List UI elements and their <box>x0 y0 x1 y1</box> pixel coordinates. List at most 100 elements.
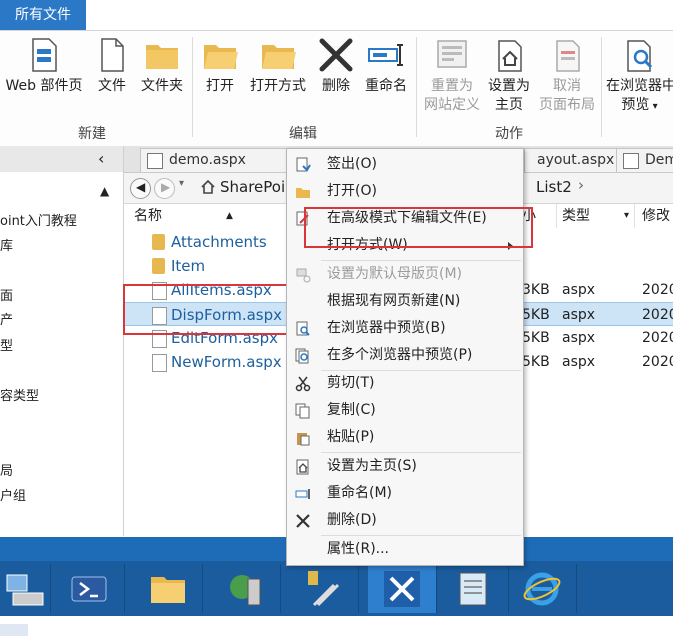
menu-item-open[interactable]: 打开(O) <box>287 178 523 205</box>
multi-preview-icon <box>295 348 309 364</box>
taskbar-file-explorer[interactable] <box>134 564 203 613</box>
file-label: 文件 <box>98 78 126 94</box>
column-header-type[interactable]: 类型 ▾ <box>562 204 635 228</box>
filter-dropdown-icon: ▾ <box>624 210 630 221</box>
ribbon: Web 部件页 文件 文件夹 新建 打开 打开方式 删除 重命名 编辑 重置为 … <box>0 30 673 147</box>
desktop-preview <box>0 624 28 636</box>
file-icon <box>101 38 124 72</box>
nav-item[interactable]: 型 <box>0 335 13 354</box>
collapse-up-icon[interactable]: ▲ <box>100 184 109 198</box>
detach-page-layout-button[interactable]: 取消 页面布局 <box>536 37 598 115</box>
nav-item[interactable]: 容类型 <box>0 385 39 404</box>
taskbar-sharepoint-designer[interactable] <box>368 564 437 613</box>
powershell-icon <box>71 576 107 602</box>
menu-item-set-default-master[interactable]: 设置为默认母版页(M) <box>287 261 523 288</box>
preview-icon <box>296 321 310 336</box>
group-separator <box>601 37 602 137</box>
nav-item[interactable]: 局 <box>0 460 13 479</box>
iis-manager-icon <box>230 575 261 606</box>
nav-item[interactable]: oint入门教程 <box>0 210 77 229</box>
column-header-modified[interactable]: 修改 <box>642 204 673 228</box>
scissors-icon <box>295 376 311 392</box>
history-dropdown-icon[interactable]: ▾ <box>179 178 184 189</box>
set-home-label-2: 主页 <box>495 97 523 113</box>
new-folder-button[interactable]: 文件夹 <box>137 37 187 96</box>
forward-button[interactable]: ▶ <box>154 178 175 199</box>
preview-icon <box>626 40 652 72</box>
open-with-button[interactable]: 打开方式 <box>244 37 312 96</box>
folder-icon <box>152 258 165 274</box>
rename-icon <box>295 489 310 499</box>
master-page-icon <box>296 268 311 283</box>
menu-item-copy[interactable]: 复制(C) <box>287 397 523 424</box>
sort-up-icon: ▲ <box>226 211 233 221</box>
home-icon <box>296 459 309 475</box>
doc-tab-demo[interactable]: demo.aspx <box>140 148 288 172</box>
taskbar-config-tools[interactable] <box>290 564 359 613</box>
preview-in-browser-button[interactable]: 在浏览器中 预览 ▾ <box>606 37 673 116</box>
menu-item-new-from-existing[interactable]: 根据现有网页新建(N) <box>287 288 523 315</box>
group-new-label: 新建 <box>78 126 106 142</box>
menu-item-rename[interactable]: 重命名(M) <box>287 480 523 507</box>
menu-item-paste[interactable]: 粘贴(P) <box>287 424 523 451</box>
left-navigation-pane: ‹ ▲ oint入门教程 库 面 产 型 容类型 局 户组 <box>0 146 124 536</box>
rename-icon <box>368 44 403 66</box>
preview-label-2: 预览 <box>621 97 650 113</box>
delete-label: 删除 <box>322 78 350 94</box>
paste-icon <box>297 433 310 446</box>
menu-item-set-home[interactable]: 设置为主页(S) <box>287 453 523 480</box>
open-label: 打开 <box>206 78 234 94</box>
folder-icon <box>152 234 165 250</box>
open-folder-icon <box>296 188 310 198</box>
menu-item-cut[interactable]: 剪切(T) <box>287 370 523 397</box>
taskbar-server-manager[interactable] <box>0 564 51 613</box>
folder-label: 文件夹 <box>141 78 183 94</box>
rename-button[interactable]: 重命名 <box>360 37 412 96</box>
breadcrumb-chevron-icon[interactable]: › <box>578 176 584 194</box>
nav-item[interactable]: 产 <box>0 309 13 328</box>
menu-item-check-out[interactable]: 签出(O) <box>287 151 523 178</box>
back-button[interactable]: ◀ <box>130 178 151 199</box>
menu-item-preview-browser[interactable]: 在浏览器中预览(B) <box>287 315 523 342</box>
tab-all-files[interactable]: 所有文件 <box>0 0 86 30</box>
delete-button[interactable]: 删除 <box>316 37 356 96</box>
group-separator <box>192 37 193 137</box>
taskbar-internet-explorer[interactable] <box>508 564 577 613</box>
chevron-down-icon: ▾ <box>649 101 658 112</box>
doc-tab-dem[interactable]: Dem <box>616 148 673 172</box>
preview-label-1: 在浏览器中 <box>606 78 673 94</box>
checkout-icon <box>296 157 311 172</box>
set-as-home-page-button[interactable]: 设置为 主页 <box>484 37 534 115</box>
navigation-header: ‹ <box>0 146 123 172</box>
sharepoint-designer-icon <box>384 571 420 607</box>
nav-item[interactable]: 库 <box>0 235 13 254</box>
open-button[interactable]: 打开 <box>200 37 240 96</box>
nav-item[interactable]: 户组 <box>0 485 26 504</box>
reset-to-site-definition-button[interactable]: 重置为 网站定义 <box>420 37 484 115</box>
nav-item[interactable]: 面 <box>0 285 13 304</box>
open-with-label: 打开方式 <box>250 78 306 94</box>
menu-item-properties[interactable]: 属性(R)... <box>287 536 523 563</box>
forward-arrow-icon: ▶ <box>161 180 171 194</box>
taskbar-notepad[interactable] <box>440 564 509 613</box>
taskbar-powershell[interactable] <box>56 564 125 613</box>
new-file-button[interactable]: 文件 <box>92 37 132 96</box>
tools-icon <box>308 571 340 607</box>
aspx-page-icon <box>623 153 639 169</box>
aspx-file-icon <box>152 354 167 372</box>
set-home-label-1: 设置为 <box>488 78 530 94</box>
menu-item-preview-multiple[interactable]: 在多个浏览器中预览(P) <box>287 342 523 369</box>
menu-item-delete[interactable]: 删除(D) <box>287 507 523 534</box>
group-actions-label: 动作 <box>495 126 523 142</box>
folder-icon <box>146 45 178 69</box>
address-path[interactable]: SharePoi <box>220 178 285 196</box>
taskbar-iis-manager[interactable] <box>212 564 281 613</box>
doc-tab-layout[interactable]: ayout.aspx <box>524 148 624 172</box>
server-manager-icon <box>6 574 44 606</box>
rename-label: 重命名 <box>365 78 407 94</box>
address-path-tail[interactable]: List2 <box>536 178 572 196</box>
web-part-page-button[interactable]: Web 部件页 <box>2 37 86 96</box>
collapse-chevron-icon[interactable]: ‹ <box>98 149 104 168</box>
reset-label-1: 重置为 <box>431 78 473 94</box>
highlight-box-edit-advanced <box>304 207 533 248</box>
